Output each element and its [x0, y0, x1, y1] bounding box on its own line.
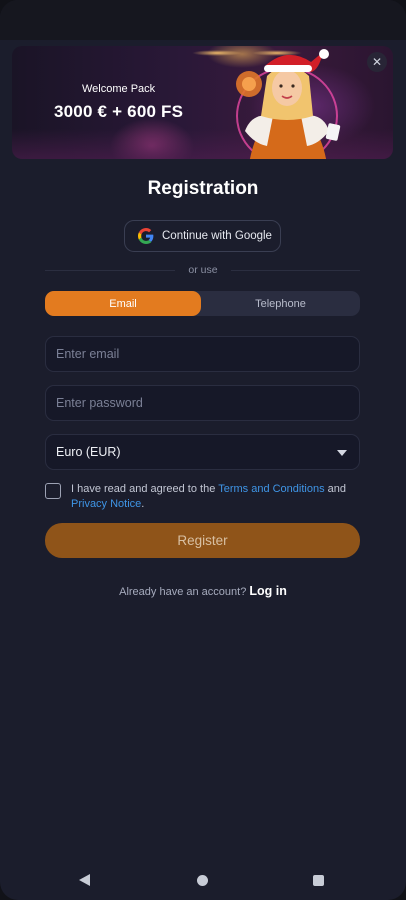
tab-email[interactable]: Email	[45, 291, 201, 316]
terms-text: I have read and agreed to the Terms and …	[71, 482, 360, 512]
banner-subtitle: Welcome Pack	[82, 83, 156, 95]
login-prompt: Already have an account? Log in	[0, 584, 406, 598]
banner-title: 3000 € + 600 FS	[54, 102, 184, 121]
status-bar	[0, 0, 406, 40]
password-input[interactable]	[56, 396, 359, 410]
tab-telephone[interactable]: Telephone	[201, 291, 360, 316]
continue-with-google-button[interactable]: Continue with Google	[124, 220, 281, 252]
banner-close-button[interactable]: ✕	[367, 52, 387, 72]
currency-select[interactable]: Euro (EUR)	[45, 434, 360, 470]
email-input[interactable]	[56, 347, 359, 361]
register-button[interactable]: Register	[45, 523, 360, 558]
santa-girl-illustration	[236, 49, 341, 159]
terms-prefix: I have read and agreed to the	[71, 483, 219, 495]
recents-square-icon[interactable]	[313, 875, 324, 886]
phone-screen: Welcome Pack 3000 € + 600 FS ✕ Registrat…	[0, 0, 406, 900]
email-field[interactable]	[45, 336, 360, 372]
chevron-down-icon	[337, 450, 347, 456]
page-title: Registration	[147, 178, 259, 199]
google-button-label: Continue with Google	[162, 230, 272, 242]
currency-value: Euro (EUR)	[56, 445, 121, 459]
home-circle-icon[interactable]	[197, 875, 208, 886]
terms-agreement: I have read and agreed to the Terms and …	[45, 482, 360, 512]
login-prompt-text: Already have an account?	[119, 586, 250, 598]
terms-suffix: .	[141, 498, 145, 510]
registration-method-tabs: Email Telephone	[45, 291, 360, 316]
close-icon: ✕	[371, 55, 383, 69]
terms-checkbox[interactable]	[45, 483, 61, 499]
terms-and-conditions-link[interactable]: Terms and Conditions	[218, 483, 324, 495]
google-icon	[138, 228, 154, 244]
terms-and-word: and	[324, 483, 347, 495]
system-navigation-bar	[0, 862, 406, 900]
log-in-link[interactable]: Log in	[249, 584, 287, 598]
or-use-text: or use	[188, 264, 218, 276]
back-triangle-icon[interactable]	[79, 874, 90, 886]
welcome-banner[interactable]: Welcome Pack 3000 € + 600 FS ✕	[12, 46, 393, 159]
privacy-notice-link[interactable]: Privacy Notice	[71, 498, 141, 510]
password-field[interactable]	[45, 385, 360, 421]
